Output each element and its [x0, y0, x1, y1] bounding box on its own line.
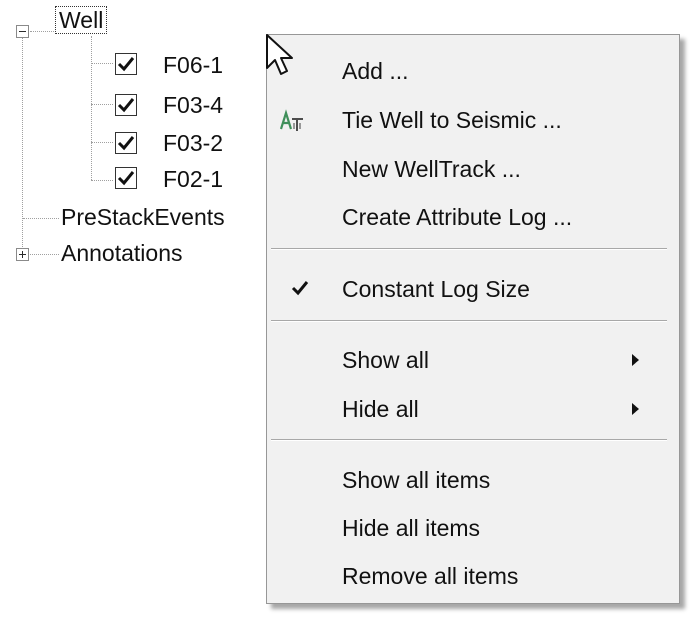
menu-item-hide-all[interactable]: Hide all	[267, 386, 679, 432]
menu-item-constant-log-size[interactable]: Constant Log Size	[267, 266, 679, 312]
tree-node-prestackevents[interactable]: PreStackEvents	[61, 204, 225, 230]
menu-item-remove-all-items[interactable]: Remove all items	[267, 553, 679, 599]
menu-separator	[271, 320, 667, 322]
checkmark-icon	[117, 57, 135, 72]
mouse-cursor-icon	[266, 34, 306, 85]
expand-icon[interactable]	[16, 248, 29, 261]
tie-well-icon	[279, 109, 309, 140]
menu-separator	[271, 248, 667, 250]
tree-node-well[interactable]: Well	[55, 6, 108, 34]
screen: Well F06-1 F03-4 F03-2 F02-1 PreStackEve…	[0, 0, 694, 634]
menu-item-show-all-items[interactable]: Show all items	[267, 457, 679, 503]
tree-node-annotations[interactable]: Annotations	[61, 240, 182, 266]
menu-item-new-welltrack[interactable]: New WellTrack ...	[267, 146, 679, 192]
submenu-arrow-icon	[632, 354, 639, 366]
checkmark-icon	[291, 280, 309, 301]
context-menu: Add ... Tie Well to Seismic ... New Well…	[266, 34, 680, 604]
submenu-arrow-icon	[632, 403, 639, 415]
well-checkbox[interactable]	[115, 94, 137, 116]
menu-item-tie-well-to-seismic[interactable]: Tie Well to Seismic ...	[267, 97, 679, 143]
tree-node-well-child[interactable]: F03-2	[163, 130, 223, 156]
menu-item-create-attribute-log[interactable]: Create Attribute Log ...	[267, 194, 679, 240]
well-checkbox[interactable]	[115, 53, 137, 75]
menu-item-hide-all-items[interactable]: Hide all items	[267, 505, 679, 551]
menu-separator	[271, 439, 667, 441]
well-checkbox[interactable]	[115, 132, 137, 154]
checkmark-icon	[117, 136, 135, 151]
tree-node-well-child[interactable]: F03-4	[163, 92, 223, 118]
collapse-icon[interactable]	[16, 25, 29, 38]
checkmark-icon	[117, 171, 135, 186]
menu-item-add[interactable]: Add ...	[267, 48, 679, 94]
tree-node-well-child[interactable]: F06-1	[163, 52, 223, 78]
tree-node-well-child[interactable]: F02-1	[163, 166, 223, 192]
checkmark-icon	[117, 98, 135, 113]
well-checkbox[interactable]	[115, 167, 137, 189]
menu-item-show-all[interactable]: Show all	[267, 337, 679, 383]
